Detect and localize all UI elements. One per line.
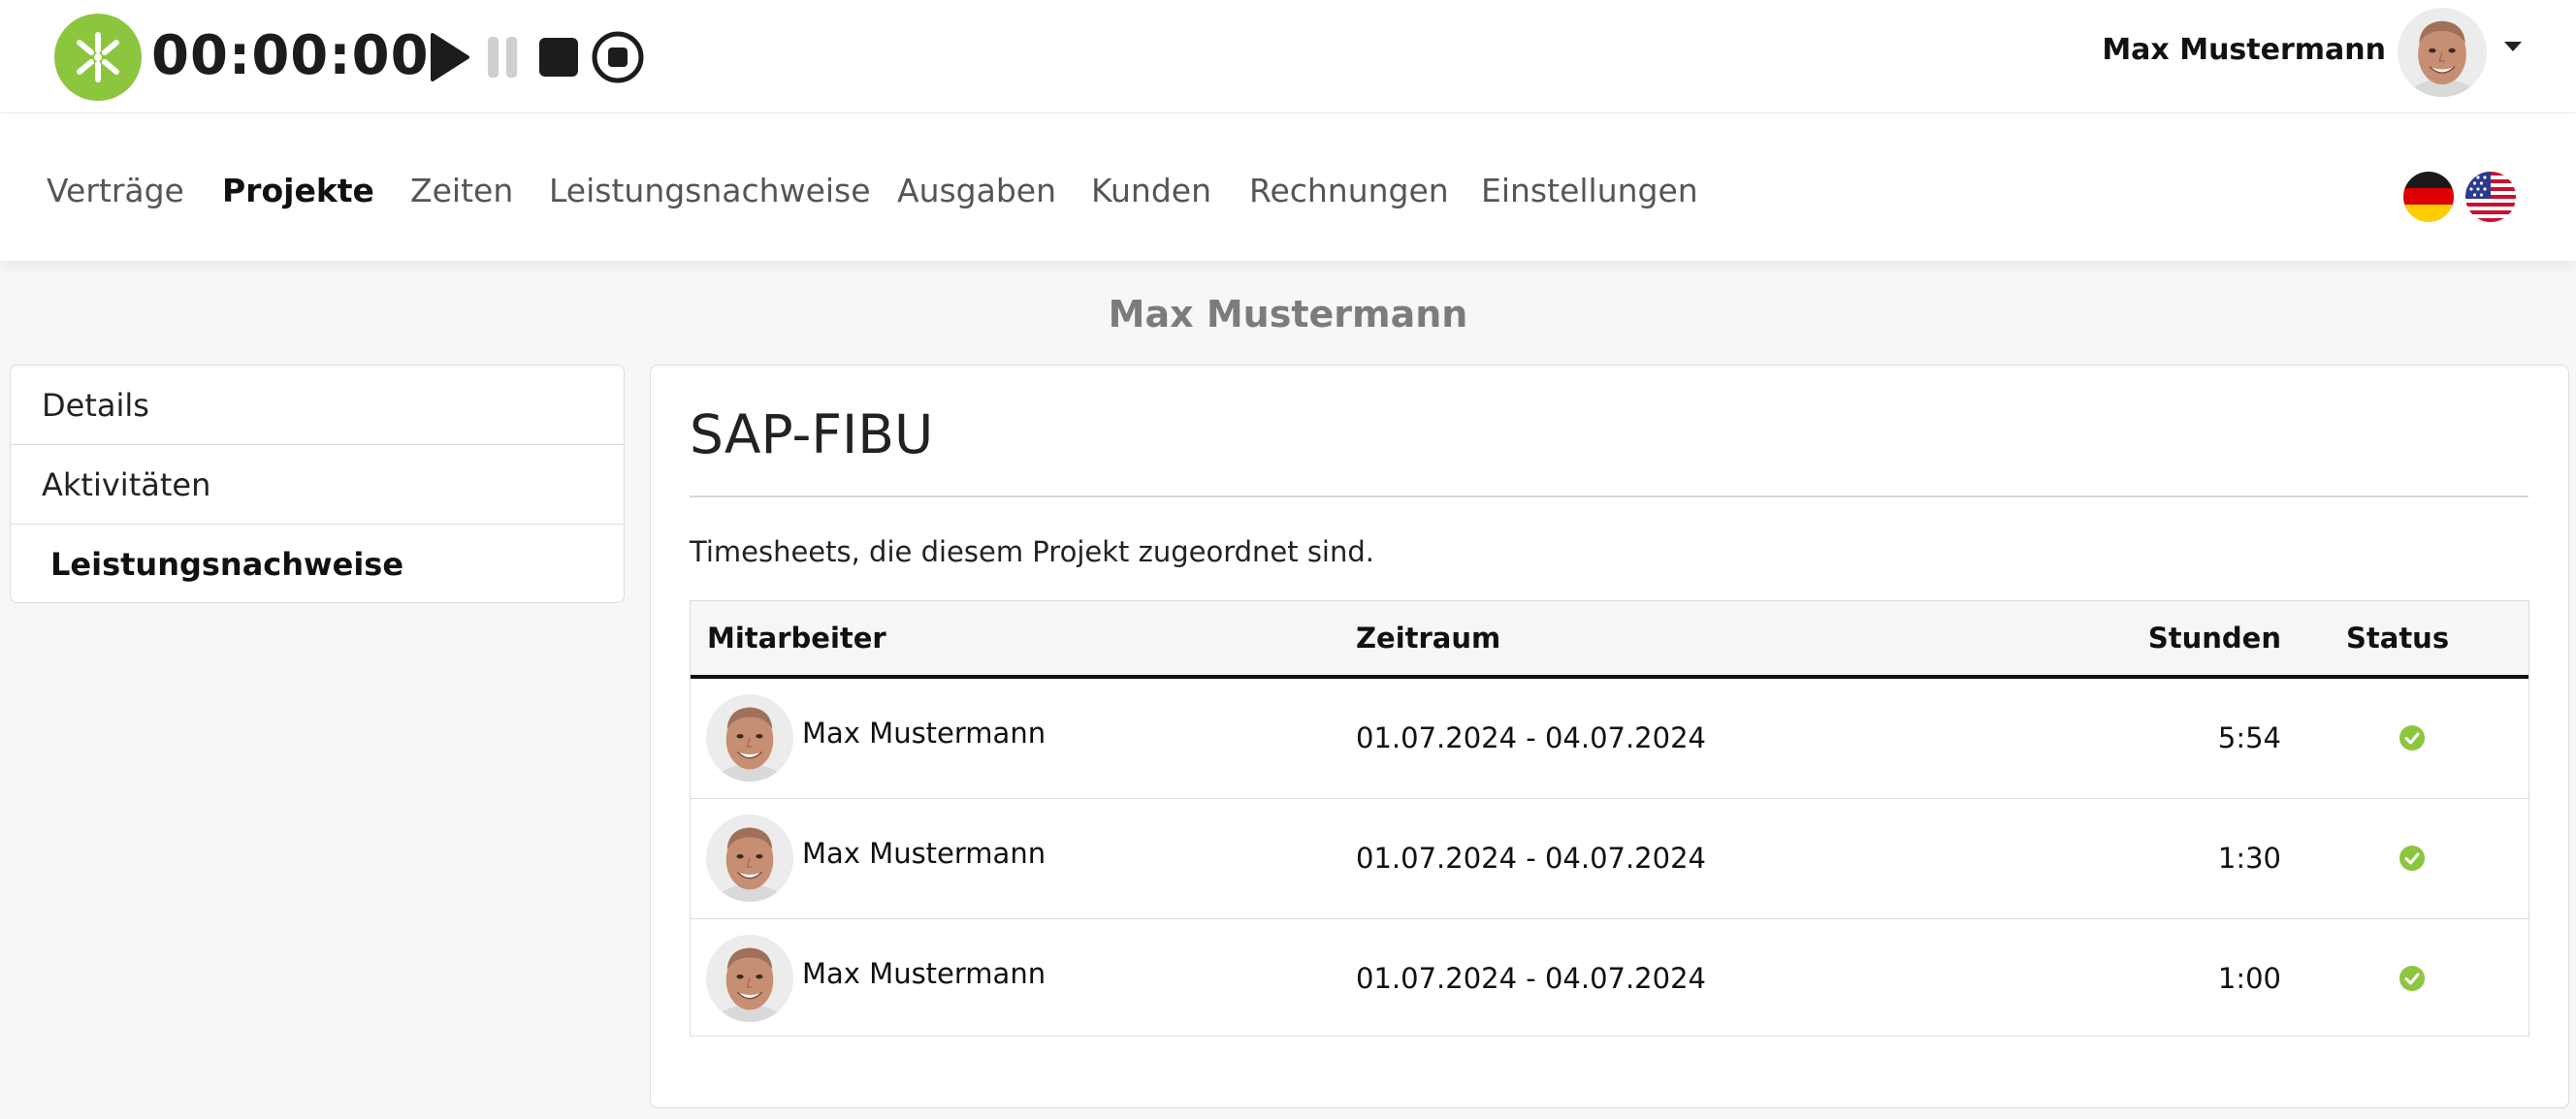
main-nav: Verträge Projekte Zeiten Leistungsnachwe… <box>0 113 2576 261</box>
timer-display: 00:00:00 <box>151 24 430 87</box>
table-row[interactable]: Max Mustermann 01.07.2024 - 04.07.2024 5… <box>691 679 2528 799</box>
nav-item-projekte[interactable]: Projekte <box>222 170 374 212</box>
sidebar-item-details[interactable]: Details <box>11 366 624 445</box>
check-circle-icon <box>2399 845 2426 872</box>
period: 01.07.2024 - 04.07.2024 <box>1356 721 1706 754</box>
sidebar-item-aktivitaeten[interactable]: Aktivitäten <box>11 445 624 525</box>
us-flag-icon[interactable] <box>2465 172 2516 222</box>
timesheet-table: Mitarbeiter Zeitraum Stunden Status Max … <box>690 600 2529 1037</box>
play-icon[interactable] <box>427 29 473 85</box>
avatar <box>706 694 793 782</box>
period: 01.07.2024 - 04.07.2024 <box>1356 962 1706 995</box>
nav-item-leistungsnachweise[interactable]: Leistungsnachweise <box>549 170 871 212</box>
project-title: SAP-FIBU <box>690 403 934 465</box>
hours: 1:30 <box>2217 842 2281 875</box>
column-header-period[interactable]: Zeitraum <box>1356 601 1500 675</box>
user-avatar[interactable] <box>2398 8 2487 97</box>
stop-icon[interactable] <box>535 29 582 85</box>
record-stop-icon[interactable] <box>590 29 646 85</box>
kimai-logo-icon[interactable] <box>54 14 142 101</box>
nav-item-einstellungen[interactable]: Einstellungen <box>1481 170 1698 212</box>
top-bar: 00:00:00 Max Mustermann <box>0 0 2576 113</box>
nav-item-rechnungen[interactable]: Rechnungen <box>1249 170 1449 212</box>
avatar <box>706 815 793 902</box>
nav-item-vertraege[interactable]: Verträge <box>47 170 184 212</box>
period: 01.07.2024 - 04.07.2024 <box>1356 842 1706 875</box>
avatar <box>706 935 793 1022</box>
check-circle-icon <box>2399 965 2426 992</box>
german-flag-icon[interactable] <box>2403 172 2454 222</box>
page-title: Max Mustermann <box>1108 293 1468 336</box>
employee-name: Max Mustermann <box>802 957 1046 990</box>
hours: 1:00 <box>2217 962 2281 995</box>
nav-item-ausgaben[interactable]: Ausgaben <box>897 170 1056 212</box>
hours: 5:54 <box>2217 721 2281 754</box>
chevron-down-icon[interactable] <box>2502 39 2524 54</box>
sidebar-item-leistungsnachweise[interactable]: Leistungsnachweise <box>11 525 624 604</box>
divider <box>690 496 2528 497</box>
column-header-status[interactable]: Status <box>2346 601 2449 675</box>
table-header: Mitarbeiter Zeitraum Stunden Status <box>691 601 2528 679</box>
user-name[interactable]: Max Mustermann <box>2085 29 2386 72</box>
employee-name: Max Mustermann <box>802 837 1046 870</box>
project-description: Timesheets, die diesem Projekt zugeordne… <box>690 535 1374 568</box>
table-row[interactable]: Max Mustermann 01.07.2024 - 04.07.2024 1… <box>691 799 2528 919</box>
column-header-hours[interactable]: Stunden <box>2145 601 2281 675</box>
sidebar: Details Aktivitäten Leistungsnachweise <box>10 365 625 603</box>
check-circle-icon <box>2399 724 2426 751</box>
table-row[interactable]: Max Mustermann 01.07.2024 - 04.07.2024 1… <box>691 919 2528 1039</box>
project-card: SAP-FIBU Timesheets, die diesem Projekt … <box>650 365 2569 1108</box>
nav-item-kunden[interactable]: Kunden <box>1091 170 1211 212</box>
column-header-employee[interactable]: Mitarbeiter <box>707 601 886 675</box>
nav-item-zeiten[interactable]: Zeiten <box>410 170 513 212</box>
pause-icon[interactable] <box>485 29 531 85</box>
employee-name: Max Mustermann <box>802 717 1046 750</box>
